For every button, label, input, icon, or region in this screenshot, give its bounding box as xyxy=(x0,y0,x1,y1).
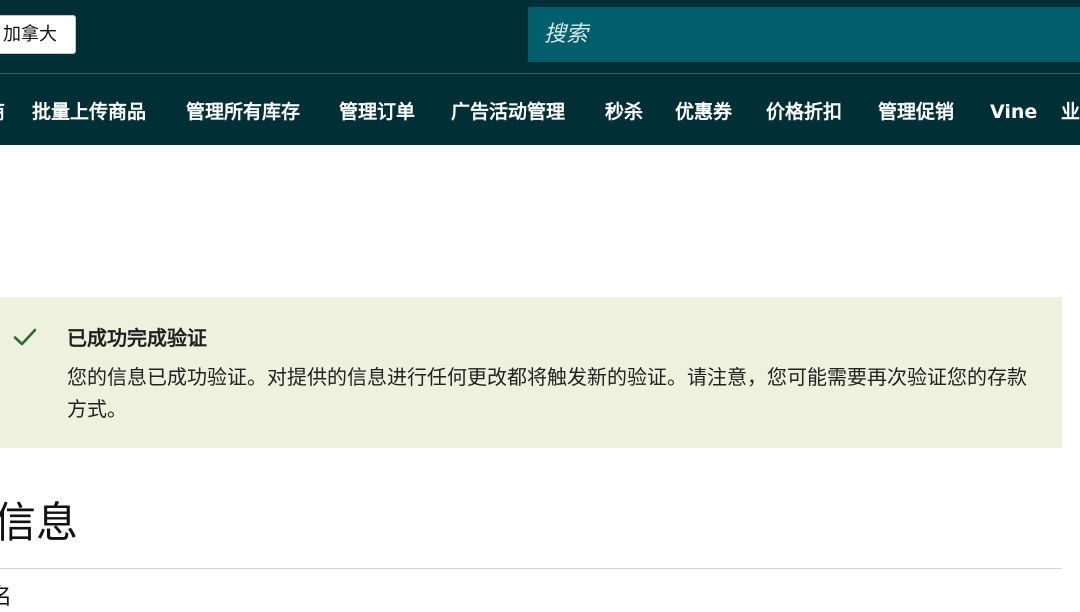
nav-item-manage-inventory[interactable]: 管理所有库存 xyxy=(186,80,300,144)
nav-item-manage-promotions[interactable]: 管理促销 xyxy=(878,80,954,144)
search-placeholder: 搜索 xyxy=(544,22,589,47)
nav-item-coupons[interactable]: 优惠券 xyxy=(675,80,732,144)
section-title: 信息 xyxy=(0,498,79,547)
nav-item-lightning-deals[interactable]: 秒杀 xyxy=(605,80,643,144)
alert-title: 已成功完成验证 xyxy=(67,326,207,350)
main-nav: 商 批量上传商品 管理所有库存 管理订单 广告活动管理 秒杀 优惠券 价格折扣 … xyxy=(0,80,1080,144)
nav-item-campaign-manager[interactable]: 广告活动管理 xyxy=(451,80,565,144)
nav-item-manage-orders[interactable]: 管理订单 xyxy=(339,80,415,144)
nav-item-price-discounts[interactable]: 价格折扣 xyxy=(766,80,842,144)
alert-body: 您的信息已成功验证。对提供的信息进行任何更改都将触发新的验证。请注意，您可能需要… xyxy=(67,365,1027,421)
header-divider xyxy=(0,73,1080,74)
check-icon xyxy=(13,328,37,346)
section-divider xyxy=(0,568,1062,569)
nav-item-vine[interactable]: Vine xyxy=(990,80,1037,144)
nav-item-partial-right[interactable]: 业 xyxy=(1061,80,1080,144)
top-header: 加拿大 搜索 商 批量上传商品 管理所有库存 管理订单 广告活动管理 秒杀 优惠… xyxy=(0,0,1080,145)
section-sub-label: 名 xyxy=(0,585,13,610)
top-bar: 加拿大 搜索 xyxy=(0,0,1080,74)
search-input[interactable]: 搜索 xyxy=(528,7,1080,62)
nav-item-bulk-upload[interactable]: 批量上传商品 xyxy=(32,80,146,144)
marketplace-selector-button[interactable]: 加拿大 xyxy=(0,15,76,54)
nav-item-partial-left[interactable]: 商 xyxy=(0,80,5,144)
